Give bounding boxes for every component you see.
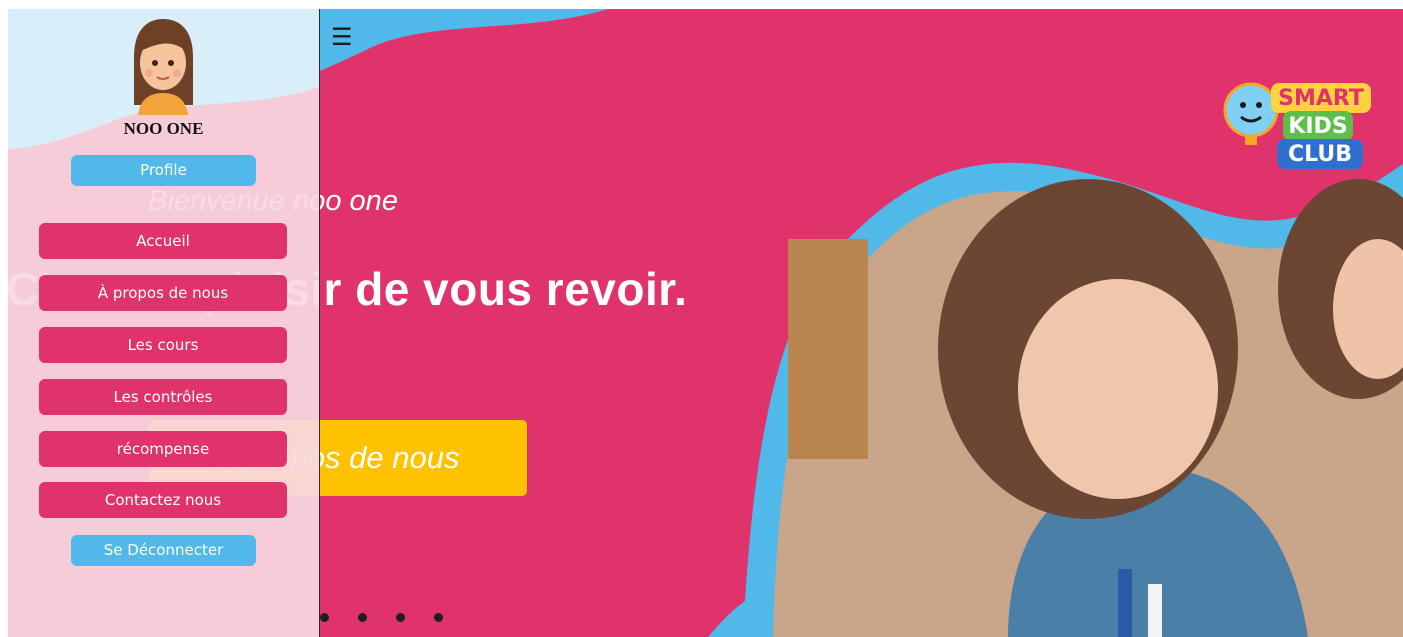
slider-dot[interactable] bbox=[434, 613, 443, 622]
slider-dot[interactable] bbox=[396, 613, 405, 622]
sidebar-item-accueil[interactable]: Accueil bbox=[39, 223, 287, 259]
avatar bbox=[134, 19, 193, 115]
sidebar-item-controles[interactable]: Les contrôles bbox=[39, 379, 287, 415]
slider-dot[interactable] bbox=[320, 613, 329, 622]
sidebar-item-cours[interactable]: Les cours bbox=[39, 327, 287, 363]
page-frame: ☰ Bienvenue noo one C'est un plaisir de … bbox=[8, 9, 1403, 637]
hamburger-icon[interactable]: ☰ bbox=[331, 25, 353, 49]
sidebar: NOO ONE Profile Accueil À propos de nous… bbox=[8, 9, 320, 637]
slider-dot[interactable] bbox=[358, 613, 367, 622]
sidebar-item-recompense[interactable]: récompense bbox=[39, 431, 287, 467]
slider-dots bbox=[320, 613, 443, 622]
logo-text-line: SMART bbox=[1278, 86, 1364, 111]
logo-text-line: KIDS bbox=[1288, 114, 1347, 139]
logout-button[interactable]: Se Déconnecter bbox=[71, 535, 256, 566]
logo-text-line: CLUB bbox=[1288, 142, 1352, 167]
username: NOO ONE bbox=[123, 119, 204, 138]
smart-kids-club-logo: SMART KIDS CLUB bbox=[1223, 82, 1371, 169]
sidebar-item-a-propos[interactable]: À propos de nous bbox=[39, 275, 287, 311]
profile-button[interactable]: Profile bbox=[71, 155, 256, 186]
sidebar-item-contact[interactable]: Contactez nous bbox=[39, 482, 287, 518]
